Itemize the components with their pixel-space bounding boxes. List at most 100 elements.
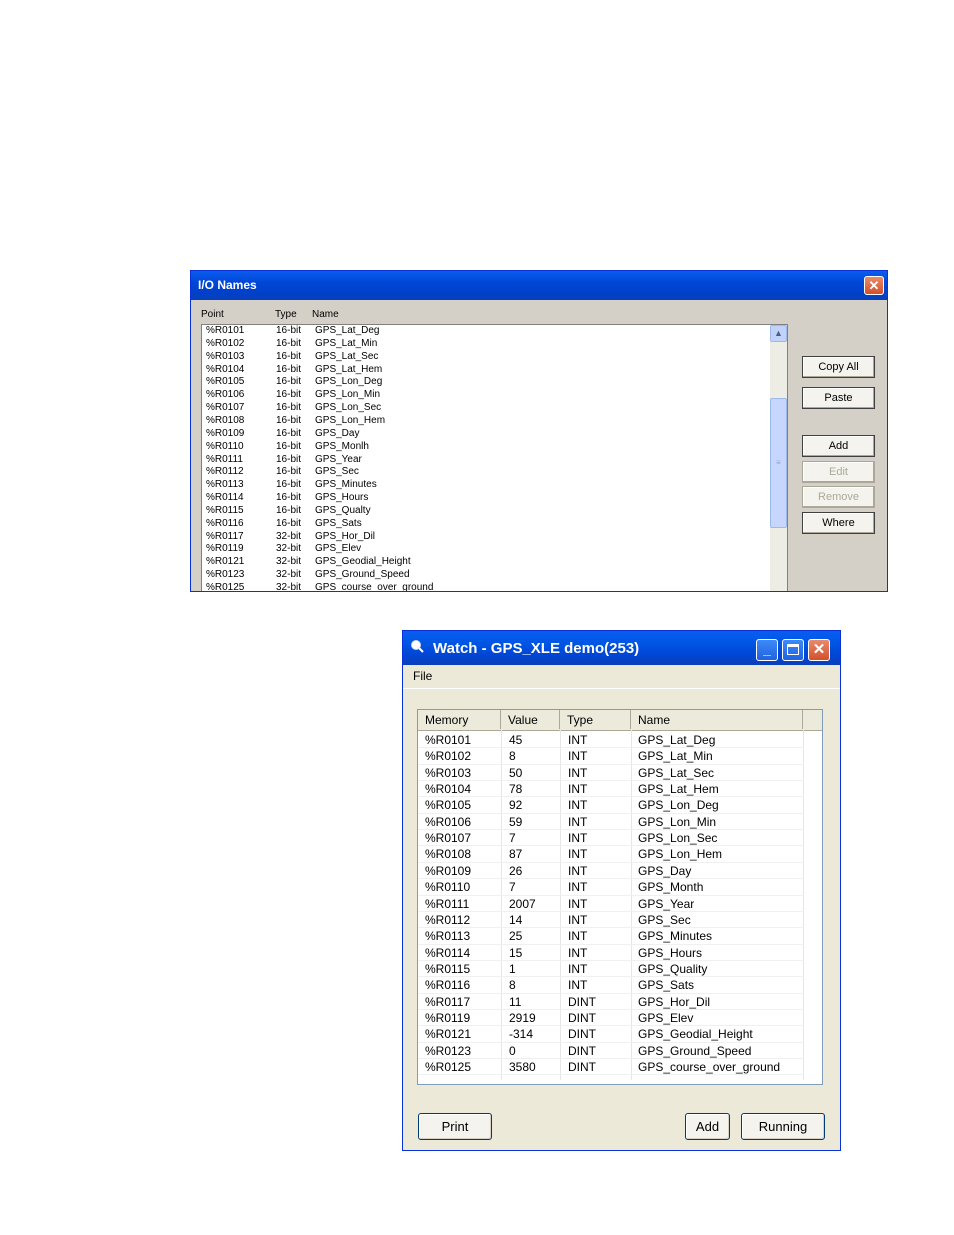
table-row[interactable]: %R0102 8 INT GPS_Lat_Min bbox=[418, 748, 804, 765]
cell-name: GPS_Year bbox=[315, 453, 362, 465]
table-row[interactable]: %R0110 7 INT GPS_Month bbox=[418, 879, 804, 896]
edit-button[interactable]: Edit bbox=[802, 461, 875, 483]
cell-type: INT bbox=[568, 945, 588, 960]
add-button[interactable]: Add bbox=[685, 1113, 730, 1140]
cell-name: GPS_Sats bbox=[315, 517, 362, 529]
cell-name: GPS_Minutes bbox=[638, 929, 713, 944]
cell-value: 25 bbox=[509, 929, 523, 944]
column-header-type[interactable]: Type bbox=[560, 710, 631, 729]
table-row[interactable]: %R0123 0 DINT GPS_Ground_Speed bbox=[418, 1043, 804, 1060]
paste-button[interactable]: Paste bbox=[802, 387, 875, 409]
table-row[interactable]: %R0114 15 INT GPS_Hours bbox=[418, 945, 804, 961]
cell-value: 11 bbox=[509, 994, 522, 1009]
cell-point: %R0125 bbox=[206, 582, 245, 592]
cell-point: %R0123 bbox=[206, 569, 245, 581]
maximize-icon[interactable] bbox=[782, 639, 804, 661]
table-row[interactable]: %R0107 7 INT GPS_Lon_Sec bbox=[418, 830, 804, 847]
table-row[interactable]: %R0105 92 INT GPS_Lon_Deg bbox=[418, 797, 804, 814]
print-button[interactable]: Print bbox=[418, 1113, 492, 1140]
running-button[interactable]: Running bbox=[741, 1113, 825, 1140]
vertical-scrollbar[interactable]: ▲ ≡ bbox=[770, 325, 787, 591]
cell-value: 0 bbox=[509, 1043, 516, 1058]
column-header-name[interactable]: Name bbox=[631, 710, 803, 729]
cell-point: %R0117 bbox=[206, 530, 244, 542]
watch-titlebar[interactable]: Watch - GPS_XLE demo(253) _ ✕ bbox=[403, 631, 840, 665]
table-row[interactable]: %R0125 3580 DINT GPS_course_over_ground bbox=[418, 1059, 804, 1076]
cell-type: DINT bbox=[568, 1060, 596, 1074]
table-row[interactable]: %R0117 11 DINT GPS_Hor_Dil bbox=[418, 994, 804, 1010]
cell-type: INT bbox=[568, 847, 588, 862]
table-row[interactable]: %R0111 2007 INT GPS_Year bbox=[418, 896, 804, 912]
cell-memory: %R0112 bbox=[425, 912, 471, 927]
cell-type: 16-bit bbox=[276, 402, 302, 414]
cell-memory: %R0107 bbox=[425, 831, 472, 846]
column-header-memory[interactable]: Memory bbox=[418, 710, 501, 729]
cell-point: %R0119 bbox=[206, 543, 244, 555]
cell-type: 16-bit bbox=[276, 389, 302, 401]
cell-type: INT bbox=[568, 912, 588, 927]
watch-title: Watch - GPS_XLE demo(253) bbox=[433, 640, 640, 657]
cell-type: INT bbox=[568, 831, 588, 846]
cell-name: GPS_Minutes bbox=[315, 479, 377, 491]
column-header-name[interactable]: Name bbox=[312, 309, 339, 320]
cell-name: GPS_Lon_Deg bbox=[315, 376, 383, 388]
cell-name: GPS_Lon_Sec bbox=[638, 831, 718, 846]
cell-memory: %R0103 bbox=[425, 765, 472, 780]
table-row[interactable]: %R0112 14 INT GPS_Sec bbox=[418, 912, 804, 929]
io-names-list[interactable]: %R0101 16-bit GPS_Lat_Deg %R0102 16-bit GPS_L… bbox=[201, 324, 788, 592]
watch-table[interactable]: Memory Value Type Name %R0101 45 INT GPS_La… bbox=[417, 709, 823, 1085]
io-names-window: I/O Names ✕ Point Type Name %R0101 16-bit… bbox=[190, 270, 888, 592]
column-header-type[interactable]: Type bbox=[275, 309, 297, 320]
cell-name: GPS_Lat_Sec bbox=[315, 350, 379, 362]
cell-type: 16-bit bbox=[276, 504, 302, 516]
remove-button[interactable]: Remove bbox=[802, 486, 875, 508]
add-button[interactable]: Add bbox=[802, 435, 875, 457]
scroll-up-arrow-icon[interactable]: ▲ bbox=[770, 325, 787, 342]
cell-point: %R0104 bbox=[206, 363, 245, 375]
where-button[interactable]: Where bbox=[802, 512, 875, 534]
cell-memory: %R0111 bbox=[425, 896, 470, 911]
copy-all-button[interactable]: Copy All bbox=[802, 356, 875, 378]
cell-type: 32-bit bbox=[276, 543, 302, 555]
table-row[interactable]: %R0121 -314 DINT GPS_Geodial_Height bbox=[418, 1026, 804, 1043]
table-row[interactable]: %R0109 26 INT GPS_Day bbox=[418, 863, 804, 880]
cell-type: 16-bit bbox=[276, 517, 302, 529]
cell-type: DINT bbox=[568, 994, 596, 1009]
cell-type: 16-bit bbox=[276, 337, 302, 349]
column-header-value[interactable]: Value bbox=[501, 710, 560, 729]
cell-value: 45 bbox=[509, 733, 523, 747]
menu-file[interactable]: File bbox=[413, 669, 432, 683]
table-row[interactable]: %R0115 1 INT GPS_Quality bbox=[418, 961, 804, 978]
table-row[interactable]: %R0106 59 INT GPS_Lon_Min bbox=[418, 814, 804, 831]
table-row[interactable]: %R0108 87 INT GPS_Lon_Hem bbox=[418, 846, 804, 863]
table-row[interactable]: %R0104 78 INT GPS_Lat_Hem bbox=[418, 781, 804, 798]
minimize-icon[interactable]: _ bbox=[756, 639, 778, 661]
cell-point: %R0106 bbox=[206, 389, 245, 401]
cell-type: 16-bit bbox=[276, 363, 302, 375]
cell-name: GPS_Lat_Min bbox=[638, 749, 713, 764]
column-header-point[interactable]: Point bbox=[201, 309, 224, 320]
scrollbar-thumb[interactable]: ≡ bbox=[770, 398, 787, 528]
close-icon[interactable]: ✕ bbox=[864, 276, 884, 295]
cell-name: GPS_Year bbox=[638, 896, 695, 911]
table-row[interactable]: %R0113 25 INT GPS_Minutes bbox=[418, 928, 804, 945]
cell-point: %R0115 bbox=[206, 504, 244, 516]
close-icon[interactable]: ✕ bbox=[808, 639, 830, 661]
cell-type: INT bbox=[568, 782, 588, 797]
cell-name: GPS_Lat_Sec bbox=[638, 765, 715, 780]
cell-value: -314 bbox=[509, 1027, 534, 1042]
io-names-titlebar[interactable]: I/O Names ✕ bbox=[191, 271, 887, 300]
table-row[interactable]: %R0119 2919 DINT GPS_Elev bbox=[418, 1010, 804, 1027]
cell-memory: %R0106 bbox=[425, 814, 472, 829]
cell-name: GPS_Elev bbox=[638, 1010, 694, 1025]
cell-point: %R0101 bbox=[206, 325, 245, 336]
cell-name: GPS_Lat_Deg bbox=[638, 733, 716, 747]
cell-name: GPS_Qualty bbox=[315, 504, 371, 516]
table-row[interactable]: %R0101 45 INT GPS_Lat_Deg bbox=[418, 732, 804, 749]
table-row[interactable]: %R0103 50 INT GPS_Lat_Sec bbox=[418, 765, 804, 782]
cell-name: GPS_Quality bbox=[638, 961, 708, 976]
table-row[interactable]: %R0116 8 INT GPS_Sats bbox=[418, 977, 804, 994]
cell-memory: %R0123 bbox=[425, 1043, 472, 1058]
cell-type: 16-bit bbox=[276, 376, 302, 388]
watch-app-icon bbox=[411, 640, 424, 653]
